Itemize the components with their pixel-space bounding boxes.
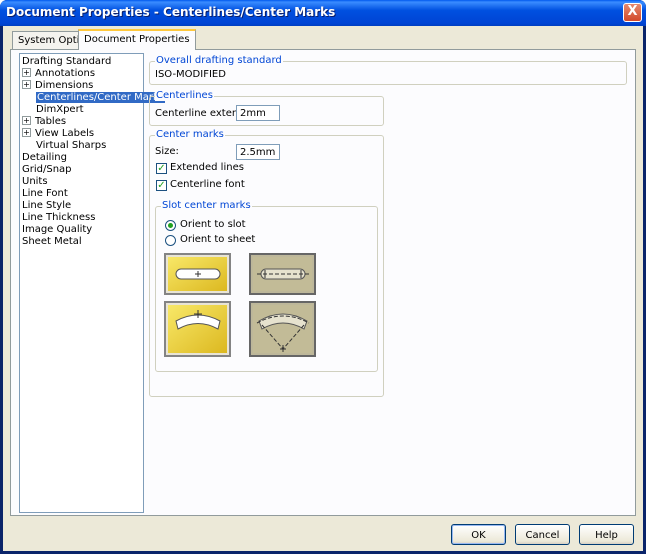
centerline-extension-input[interactable] bbox=[236, 105, 280, 121]
group-title: Center marks bbox=[155, 129, 225, 140]
slot-arc-mark-button[interactable] bbox=[164, 301, 231, 357]
tab-panel: Drafting Standard + Annotations + Dimensio… bbox=[10, 49, 636, 516]
orient-to-sheet-label[interactable]: Orient to sheet bbox=[180, 234, 255, 245]
tree-item-dimensions[interactable]: + Dimensions bbox=[22, 80, 93, 92]
size-label: Size: bbox=[155, 146, 179, 157]
orient-to-slot-radio[interactable] bbox=[165, 220, 176, 231]
expand-icon[interactable]: + bbox=[22, 68, 31, 77]
arc-slot-mark-icon bbox=[168, 305, 227, 353]
window-title: Document Properties - Centerlines/Center… bbox=[6, 5, 336, 19]
tree-item-annotations[interactable]: + Annotations bbox=[22, 68, 95, 80]
cancel-button[interactable]: Cancel bbox=[515, 524, 570, 545]
close-button[interactable]: X bbox=[623, 3, 642, 22]
title-bar[interactable]: Document Properties - Centerlines/Center… bbox=[0, 0, 646, 26]
arc-slot-extended-icon bbox=[253, 305, 312, 353]
slot-straight-extended-button[interactable] bbox=[249, 253, 316, 295]
dialog-client-area: System Options Document Properties Draft… bbox=[3, 26, 643, 551]
orient-to-sheet-radio[interactable] bbox=[165, 235, 176, 246]
tree-item-line-style[interactable]: Line Style bbox=[22, 200, 71, 212]
center-marks-group: Center marks Size: ✓ Extended lines ✓ Ce… bbox=[149, 129, 384, 397]
group-title: Slot center marks bbox=[161, 200, 252, 211]
straight-slot-extended-icon bbox=[253, 257, 312, 291]
straight-slot-mark-icon bbox=[168, 257, 227, 291]
tree-item-grid-snap[interactable]: Grid/Snap bbox=[22, 164, 72, 176]
slot-straight-mark-button[interactable] bbox=[164, 253, 231, 295]
tree-item-tables[interactable]: + Tables bbox=[22, 116, 66, 128]
overall-standard-value: ISO-MODIFIED bbox=[155, 69, 226, 80]
tree-item-line-thickness[interactable]: Line Thickness bbox=[22, 212, 95, 224]
expand-icon[interactable]: + bbox=[22, 116, 31, 125]
ok-button[interactable]: OK bbox=[451, 524, 506, 545]
tree-item-detailing[interactable]: Detailing bbox=[22, 152, 67, 164]
tree-item-view-labels[interactable]: + View Labels bbox=[22, 128, 94, 140]
tree-item-dimxpert[interactable]: DimXpert bbox=[36, 104, 84, 116]
dialog-window: Document Properties - Centerlines/Center… bbox=[0, 0, 646, 554]
extended-lines-label: Extended lines bbox=[170, 162, 244, 173]
help-button[interactable]: Help bbox=[579, 524, 634, 545]
tree-item-image-quality[interactable]: Image Quality bbox=[22, 224, 92, 236]
centerline-font-checkbox[interactable]: ✓ bbox=[156, 180, 167, 191]
group-title: Overall drafting standard bbox=[155, 55, 283, 66]
tree-item-virtual-sharps[interactable]: Virtual Sharps bbox=[36, 140, 106, 152]
slot-arc-extended-button[interactable] bbox=[249, 301, 316, 357]
tree-item-drafting-standard[interactable]: Drafting Standard bbox=[22, 56, 111, 68]
tree-item-line-font[interactable]: Line Font bbox=[22, 188, 68, 200]
expand-icon[interactable]: + bbox=[22, 80, 31, 89]
slot-center-marks-group: Slot center marks Orient to slot Orient … bbox=[155, 200, 378, 372]
centerlines-group: Centerlines Centerline extension: bbox=[149, 90, 384, 126]
group-title: Centerlines bbox=[155, 90, 214, 101]
tree-item-units[interactable]: Units bbox=[22, 176, 48, 188]
options-tree[interactable]: Drafting Standard + Annotations + Dimensio… bbox=[19, 53, 165, 513]
extended-lines-checkbox[interactable]: ✓ bbox=[156, 163, 167, 174]
tree-item-centerlines-center-marks[interactable]: Centerlines/Center Marks bbox=[36, 92, 165, 104]
orient-to-slot-label[interactable]: Orient to slot bbox=[180, 219, 246, 230]
size-input[interactable] bbox=[236, 144, 280, 160]
expand-icon[interactable]: + bbox=[22, 128, 31, 137]
tree-item-sheet-metal[interactable]: Sheet Metal bbox=[22, 236, 82, 248]
centerline-font-label: Centerline font bbox=[170, 179, 245, 190]
overall-drafting-standard-group: Overall drafting standard ISO-MODIFIED bbox=[149, 55, 627, 85]
tab-document-properties[interactable]: Document Properties bbox=[78, 29, 196, 50]
